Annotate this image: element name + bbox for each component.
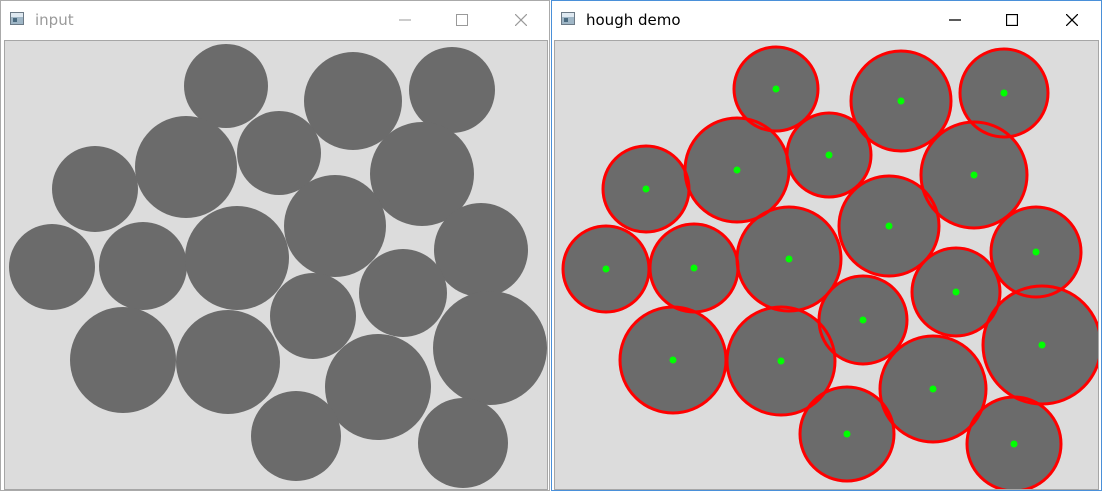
coin bbox=[9, 224, 95, 310]
coin bbox=[99, 222, 187, 310]
input-image bbox=[4, 40, 548, 490]
coin bbox=[284, 175, 386, 277]
circle-center-dot bbox=[733, 166, 741, 174]
circle-center-dot bbox=[885, 222, 893, 230]
circle-center-dot bbox=[602, 265, 610, 273]
coin bbox=[176, 310, 280, 414]
coin bbox=[185, 206, 289, 310]
hough-circles-image bbox=[555, 41, 1098, 489]
minimize-icon bbox=[399, 19, 411, 21]
circle-center-dot bbox=[825, 151, 833, 159]
close-button[interactable] bbox=[498, 5, 544, 35]
input-titlebar[interactable]: input bbox=[1, 1, 549, 39]
coin bbox=[270, 273, 356, 359]
minimize-icon bbox=[949, 19, 961, 21]
coin bbox=[325, 334, 431, 440]
opencv-window-icon bbox=[10, 12, 24, 25]
coin bbox=[52, 146, 138, 232]
circle-center-dot bbox=[970, 171, 978, 179]
coin bbox=[251, 391, 341, 481]
window-title: hough demo bbox=[586, 11, 681, 29]
circle-center-dot bbox=[690, 264, 698, 272]
minimize-button[interactable] bbox=[932, 5, 978, 35]
maximize-button[interactable] bbox=[989, 5, 1035, 35]
window-title: input bbox=[35, 11, 74, 29]
circle-center-dot bbox=[642, 185, 650, 193]
circle-center-dot bbox=[1038, 341, 1046, 349]
coin bbox=[184, 44, 268, 128]
minimize-button[interactable] bbox=[382, 5, 428, 35]
circle-center-dot bbox=[772, 85, 780, 93]
circle-center-dot bbox=[952, 288, 960, 296]
coin bbox=[135, 116, 237, 218]
circle-center-dot bbox=[843, 430, 851, 438]
maximize-icon bbox=[1006, 14, 1018, 26]
hough-demo-window[interactable]: hough demo bbox=[551, 0, 1102, 491]
circle-center-dot bbox=[669, 356, 677, 364]
close-button[interactable] bbox=[1049, 5, 1095, 35]
coin bbox=[70, 307, 176, 413]
coin bbox=[237, 111, 321, 195]
close-icon bbox=[515, 14, 527, 26]
circle-center-dot bbox=[785, 255, 793, 263]
maximize-icon bbox=[456, 14, 468, 26]
coin bbox=[359, 249, 447, 337]
close-icon bbox=[1066, 14, 1078, 26]
opencv-window-icon bbox=[561, 12, 575, 25]
coin bbox=[409, 47, 495, 133]
input-window[interactable]: input bbox=[0, 0, 550, 491]
circle-center-dot bbox=[929, 385, 937, 393]
hough-titlebar[interactable]: hough demo bbox=[552, 1, 1101, 39]
coin bbox=[418, 398, 508, 488]
hough-result-image bbox=[554, 40, 1099, 490]
circle-center-dot bbox=[897, 97, 905, 105]
circle-center-dot bbox=[1000, 89, 1008, 97]
circle-center-dot bbox=[1010, 440, 1018, 448]
circle-center-dot bbox=[859, 316, 867, 324]
circle-center-dot bbox=[777, 357, 785, 365]
maximize-button[interactable] bbox=[439, 5, 485, 35]
coin bbox=[433, 291, 547, 405]
coin bbox=[434, 203, 528, 297]
coins-image bbox=[5, 41, 547, 489]
circle-center-dot bbox=[1032, 248, 1040, 256]
